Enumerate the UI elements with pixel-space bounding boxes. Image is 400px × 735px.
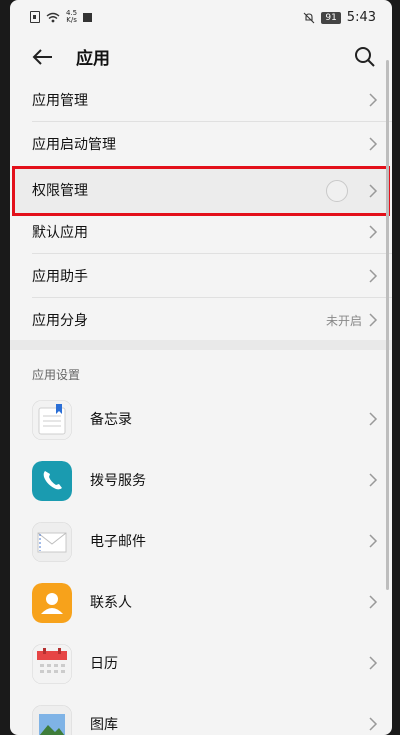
menu-item-label: 应用助手 [32,269,88,285]
menu-item-label: 应用分身 [32,313,88,329]
search-icon[interactable] [352,44,378,70]
app-twin-status: 未开启 [325,314,362,328]
gallery-icon [32,705,72,735]
contacts-icon [32,583,72,623]
app-row-contacts[interactable]: 联系人 [10,572,392,633]
chevron-right-icon [369,269,378,283]
battery-indicator: 91 [321,11,341,24]
menu-item-label: 默认应用 [32,225,88,241]
menu-item-label: 权限管理 [32,183,88,199]
status-bar: 4.5 K/s 91 5:43 [10,0,392,36]
network-speed: 4.5 K/s [66,10,77,24]
phone-icon [32,461,72,501]
menu-item-app-twin[interactable]: 应用分身 未开启 [10,298,392,342]
chevron-right-icon [369,93,378,107]
chevron-right-icon [369,717,378,731]
chevron-right-icon [369,473,378,487]
page-title: 应用 [76,49,110,69]
app-label: 电子邮件 [90,534,146,550]
chevron-right-icon [369,595,378,609]
menu-item-label: 应用启动管理 [32,137,116,153]
back-arrow-icon[interactable] [30,44,56,70]
chevron-right-icon [369,412,378,426]
status-right: 91 5:43 [303,10,376,25]
section-separator [10,340,392,350]
mute-bell-icon [303,12,315,23]
menu-item-default-apps[interactable]: 默认应用 [10,210,392,254]
notification-square-icon [83,12,93,22]
touch-indicator [326,180,348,202]
clock: 5:43 [346,10,376,25]
app-row-dialer[interactable]: 拨号服务 [10,450,392,511]
section-title: 应用设置 [32,368,81,382]
wifi-icon [46,12,60,22]
chevron-right-icon [369,656,378,670]
sim-card-icon [30,11,40,23]
app-label: 备忘录 [90,412,132,428]
app-label: 日历 [90,656,118,672]
app-bar: 应用 [10,36,392,78]
scrollbar[interactable] [386,60,389,590]
app-label: 联系人 [90,595,132,611]
chevron-right-icon [369,184,378,198]
notes-icon [32,400,72,440]
email-icon [32,522,72,562]
calendar-icon [32,644,72,684]
app-label: 图库 [90,717,118,733]
menu-item-label: 应用管理 [32,93,88,109]
app-label: 拨号服务 [90,473,146,489]
menu-item-startup-management[interactable]: 应用启动管理 [10,122,392,166]
chevron-right-icon [369,225,378,239]
app-row-email[interactable]: 电子邮件 [10,511,392,572]
app-row-calendar[interactable]: 日历 [10,633,392,694]
chevron-right-icon [369,534,378,548]
chevron-right-icon [369,313,378,327]
chevron-right-icon [369,137,378,151]
status-left: 4.5 K/s [30,10,93,24]
menu-item-app-management[interactable]: 应用管理 [10,78,392,122]
app-row-notes[interactable]: 备忘录 [10,389,392,450]
phone-screen: 4.5 K/s 91 5:43 应用 应用管理 应用启动管理 权限管理 默认应用… [10,0,392,735]
app-row-gallery[interactable]: 图库 [10,694,392,735]
network-speed-unit: K/s [66,16,77,24]
menu-item-app-assistant[interactable]: 应用助手 [10,254,392,298]
